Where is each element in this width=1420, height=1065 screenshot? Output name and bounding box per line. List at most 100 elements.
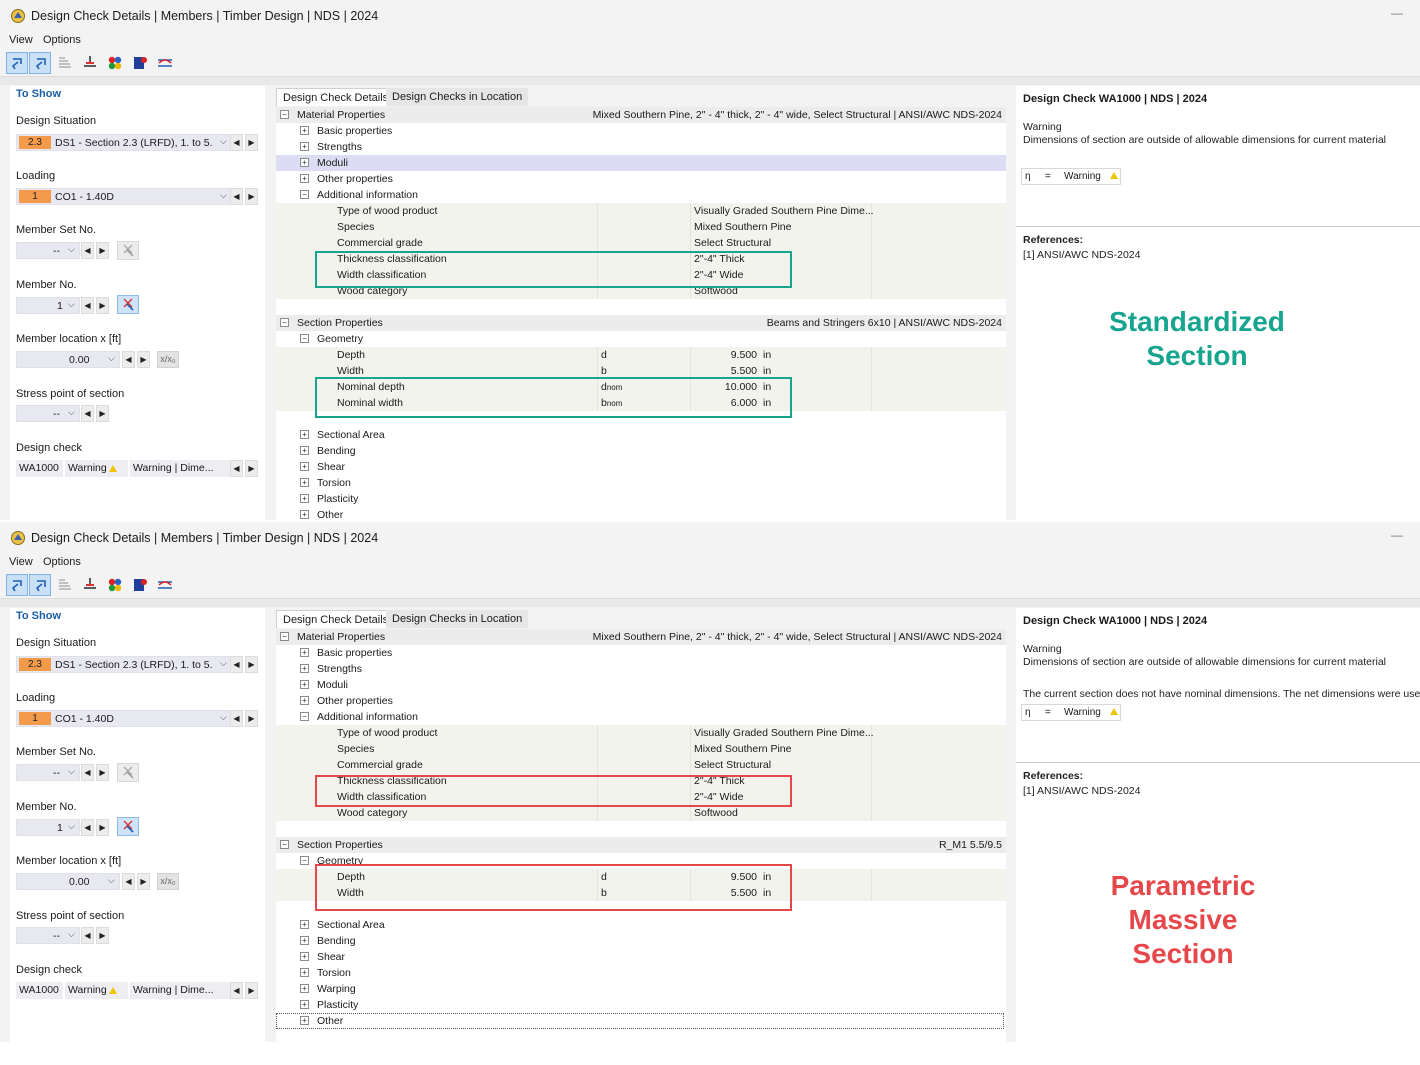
tree-row-other-properties[interactable]: + Other properties [276, 171, 1006, 187]
expand-icon[interactable]: + [300, 984, 309, 993]
member-set-select[interactable]: -- ⌵ [16, 242, 80, 259]
prev-arrow-icon[interactable]: ◀ [122, 873, 135, 890]
expand-icon[interactable]: + [300, 174, 309, 183]
prev-arrow-icon[interactable]: ◀ [230, 134, 243, 151]
tree-row-check[interactable]: + Bending [276, 443, 1006, 459]
expand-icon[interactable]: + [300, 968, 309, 977]
prev-arrow-icon[interactable]: ◀ [230, 710, 243, 727]
collapse-icon[interactable]: − [300, 334, 309, 343]
tree-row-check[interactable]: + Plasticity [276, 491, 1006, 507]
next-arrow-icon[interactable]: ▶ [137, 873, 150, 890]
tree-row-basic[interactable]: + Basic properties [276, 645, 1006, 661]
expand-icon[interactable]: + [300, 430, 309, 439]
tree-row-check[interactable]: + Other [276, 507, 1006, 520]
collapse-icon[interactable]: − [280, 632, 289, 641]
expand-icon[interactable]: + [300, 510, 309, 519]
stress-diagram-icon[interactable] [154, 574, 176, 596]
design-check-select[interactable]: WA1000 Warning Warning | Dime... [16, 460, 230, 477]
tree-row-moduli[interactable]: + Moduli [276, 155, 1006, 171]
color-balls-icon[interactable] [104, 574, 126, 596]
expand-icon[interactable]: + [300, 696, 309, 705]
tree-row-moduli[interactable]: + Moduli [276, 677, 1006, 693]
next-arrow-icon[interactable]: ▶ [96, 405, 109, 422]
next-arrow-icon[interactable]: ▶ [245, 656, 258, 673]
expand-icon[interactable]: + [300, 494, 309, 503]
pick-member-icon[interactable] [117, 817, 139, 836]
minimize-icon[interactable]: — [1390, 6, 1404, 24]
tree-row-check[interactable]: + Other [276, 1013, 1006, 1029]
tree-row-check[interactable]: + Shear [276, 949, 1006, 965]
table-icon[interactable] [54, 52, 76, 74]
next-arrow-icon[interactable]: ▶ [245, 188, 258, 205]
prev-arrow-icon[interactable]: ◀ [81, 405, 94, 422]
tree-row-basic[interactable]: + Basic properties [276, 123, 1006, 139]
relative-location-button[interactable]: x/x₀ [157, 873, 179, 890]
prev-arrow-icon[interactable]: ◀ [230, 188, 243, 205]
table-icon[interactable] [54, 574, 76, 596]
color-balls-icon[interactable] [104, 52, 126, 74]
material-properties-row[interactable]: − Material Properties Mixed Southern Pin… [276, 629, 1006, 645]
pick-member-icon[interactable] [117, 295, 139, 314]
expand-icon[interactable]: + [300, 1016, 309, 1025]
member-select[interactable]: 1 ⌵ [16, 297, 80, 314]
design-situation-select[interactable]: 2.3 DS1 - Section 2.3 (LRFD), 1. to 5. ⌵ [16, 134, 232, 151]
expand-icon[interactable]: + [300, 648, 309, 657]
tree-row-strengths[interactable]: + Strengths [276, 139, 1006, 155]
collapse-icon[interactable]: − [280, 318, 289, 327]
tree-row-check[interactable]: + Plasticity [276, 997, 1006, 1013]
tab-design-checks-in-location[interactable]: Design Checks in Location [386, 88, 529, 106]
tree-row-additional[interactable]: − Additional information [276, 187, 1006, 203]
book-icon[interactable] [129, 52, 151, 74]
prev-arrow-icon[interactable]: ◀ [81, 297, 94, 314]
relative-location-button[interactable]: x/x₀ [157, 351, 179, 368]
select-set-icon[interactable] [29, 574, 51, 596]
menu-view[interactable]: View [9, 34, 33, 46]
expand-icon[interactable]: + [300, 158, 309, 167]
book-icon[interactable] [129, 574, 151, 596]
tree-row-check[interactable]: + Warping [276, 981, 1006, 997]
section-properties-row[interactable]: − Section Properties R_M1 5.5/9.5 [276, 837, 1006, 853]
design-check-select[interactable]: WA1000 Warning Warning | Dime... [16, 982, 230, 999]
minimize-icon[interactable]: — [1390, 528, 1404, 546]
pick-member-set-icon[interactable] [117, 763, 139, 782]
beam-icon[interactable] [79, 52, 101, 74]
prev-arrow-icon[interactable]: ◀ [230, 656, 243, 673]
tree-row-check[interactable]: + Sectional Area [276, 917, 1006, 933]
next-arrow-icon[interactable]: ▶ [96, 242, 109, 259]
location-select[interactable]: 0.00 ⌵ [16, 351, 120, 368]
tree-row-check[interactable]: + Torsion [276, 965, 1006, 981]
collapse-icon[interactable]: − [280, 840, 289, 849]
tree-row-other-properties[interactable]: + Other properties [276, 693, 1006, 709]
stress-point-select[interactable]: -- ⌵ [16, 927, 80, 944]
next-arrow-icon[interactable]: ▶ [96, 927, 109, 944]
prev-arrow-icon[interactable]: ◀ [230, 982, 243, 999]
prev-arrow-icon[interactable]: ◀ [81, 819, 94, 836]
beam-icon[interactable] [79, 574, 101, 596]
tree-row-check[interactable]: + Sectional Area [276, 427, 1006, 443]
expand-icon[interactable]: + [300, 478, 309, 487]
prev-arrow-icon[interactable]: ◀ [81, 242, 94, 259]
member-select[interactable]: 1 ⌵ [16, 819, 80, 836]
select-member-icon[interactable] [6, 574, 28, 596]
member-set-select[interactable]: -- ⌵ [16, 764, 80, 781]
select-member-icon[interactable] [6, 52, 28, 74]
prev-arrow-icon[interactable]: ◀ [122, 351, 135, 368]
loading-select[interactable]: 1 CO1 - 1.40D ⌵ [16, 710, 232, 727]
next-arrow-icon[interactable]: ▶ [245, 134, 258, 151]
tree-row-strengths[interactable]: + Strengths [276, 661, 1006, 677]
material-properties-row[interactable]: − Material Properties Mixed Southern Pin… [276, 107, 1006, 123]
expand-icon[interactable]: + [300, 920, 309, 929]
next-arrow-icon[interactable]: ▶ [96, 764, 109, 781]
expand-icon[interactable]: + [300, 1000, 309, 1009]
tree-row-check[interactable]: + Shear [276, 459, 1006, 475]
expand-icon[interactable]: + [300, 936, 309, 945]
stress-diagram-icon[interactable] [154, 52, 176, 74]
location-select[interactable]: 0.00 ⌵ [16, 873, 120, 890]
tree-row-additional[interactable]: − Additional information [276, 709, 1006, 725]
collapse-icon[interactable]: − [300, 856, 309, 865]
tab-design-check-details[interactable]: Design Check Details [276, 610, 396, 628]
loading-select[interactable]: 1 CO1 - 1.40D ⌵ [16, 188, 232, 205]
expand-icon[interactable]: + [300, 680, 309, 689]
pick-member-set-icon[interactable] [117, 241, 139, 260]
menu-options[interactable]: Options [43, 556, 81, 568]
